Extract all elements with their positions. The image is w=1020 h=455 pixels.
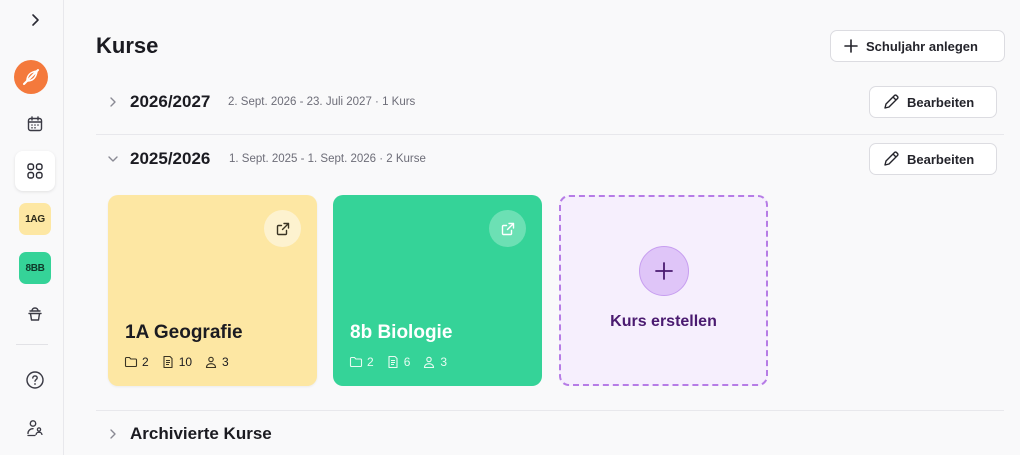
help-button[interactable] bbox=[15, 360, 55, 400]
calendar-icon bbox=[27, 116, 43, 132]
sidebar-course-1ag[interactable]: 1AG bbox=[19, 203, 51, 235]
student-count-value: 3 bbox=[440, 355, 448, 369]
folder-icon bbox=[349, 356, 363, 368]
grid-icon bbox=[27, 163, 43, 179]
edit-school-year-button[interactable]: Bearbeiten bbox=[869, 143, 997, 175]
create-course-card[interactable]: Kurs erstellen bbox=[559, 195, 768, 386]
student-count: 3 bbox=[204, 355, 229, 369]
sidebar-divider bbox=[16, 344, 48, 345]
student-count-value: 3 bbox=[222, 355, 229, 369]
course-title: 1A Geografie bbox=[125, 322, 243, 343]
page-title: Kurse bbox=[96, 33, 159, 58]
chevron-right-icon[interactable] bbox=[106, 95, 120, 109]
document-count: 6 bbox=[386, 355, 411, 369]
document-count: 10 bbox=[161, 355, 192, 369]
external-link-icon bbox=[501, 222, 514, 235]
sidebar: 1AG 8BB bbox=[0, 0, 64, 455]
sidebar-item-pot[interactable] bbox=[15, 294, 55, 334]
document-count-value: 6 bbox=[403, 355, 411, 369]
school-year-row[interactable]: 2026/2027 2. Sept. 2026 - 23. Juli 2027 … bbox=[96, 82, 1004, 122]
edit-label: Bearbeiten bbox=[907, 94, 975, 110]
expand-sidebar-button[interactable] bbox=[15, 0, 55, 40]
pencil-icon bbox=[884, 94, 899, 109]
course-stats: 2 6 3 bbox=[349, 355, 447, 369]
sidebar-item-calendar[interactable] bbox=[15, 104, 55, 144]
school-year-name: 2026/2027 bbox=[130, 92, 211, 111]
school-year-row[interactable]: 2025/2026 1. Sept. 2025 - 1. Sept. 2026 … bbox=[96, 139, 1004, 179]
users-icon bbox=[27, 420, 43, 437]
sidebar-item-courses[interactable] bbox=[15, 151, 55, 191]
help-icon bbox=[26, 371, 44, 389]
folder-count: 2 bbox=[349, 355, 374, 369]
open-course-button[interactable] bbox=[489, 210, 526, 247]
school-year-meta: 1. Sept. 2025 - 1. Sept. 2026 · 2 Kurse bbox=[229, 153, 426, 165]
pencil-icon bbox=[884, 151, 899, 166]
user-management-button[interactable] bbox=[15, 408, 55, 448]
edit-label: Bearbeiten bbox=[907, 151, 975, 167]
course-card[interactable]: 8b Biologie 2 6 3 bbox=[333, 195, 542, 386]
archived-courses-label: Archivierte Kurse bbox=[130, 424, 272, 443]
document-icon bbox=[163, 355, 173, 369]
chevron-down-icon[interactable] bbox=[106, 152, 120, 166]
divider bbox=[96, 134, 1004, 135]
document-count-value: 10 bbox=[178, 355, 193, 369]
add-school-year-button[interactable]: Schuljahr anlegen bbox=[830, 30, 1005, 62]
chevron-right-icon[interactable] bbox=[106, 427, 120, 441]
person-icon bbox=[424, 356, 435, 369]
course-stats: 2 10 3 bbox=[124, 355, 229, 369]
chevron-right-icon bbox=[32, 14, 39, 26]
logo-icon bbox=[23, 69, 39, 85]
folder-count: 2 bbox=[124, 355, 149, 369]
edit-school-year-button[interactable]: Bearbeiten bbox=[869, 86, 997, 118]
course-title: 8b Biologie bbox=[350, 322, 453, 343]
archived-courses-row[interactable]: Archivierte Kurse bbox=[96, 414, 1004, 454]
folder-count-value: 2 bbox=[142, 355, 149, 369]
pot-icon bbox=[28, 307, 42, 321]
plus-icon bbox=[655, 262, 673, 280]
student-count: 3 bbox=[422, 355, 447, 369]
external-link-icon bbox=[276, 222, 289, 235]
app-logo[interactable] bbox=[14, 60, 48, 94]
sidebar-course-8bb[interactable]: 8BB bbox=[19, 252, 51, 284]
create-course-label: Kurs erstellen bbox=[610, 313, 717, 330]
person-icon bbox=[205, 356, 217, 369]
create-course-button[interactable] bbox=[639, 246, 689, 296]
school-year-name: 2025/2026 bbox=[130, 149, 211, 168]
folder-count-value: 2 bbox=[367, 355, 374, 369]
school-year-meta: 2. Sept. 2026 - 23. Juli 2027 · 1 Kurs bbox=[228, 96, 416, 108]
document-icon bbox=[388, 355, 398, 369]
folder-icon bbox=[124, 356, 138, 368]
course-card[interactable]: 1A Geografie 2 10 3 bbox=[108, 195, 317, 386]
open-course-button[interactable] bbox=[264, 210, 301, 247]
divider bbox=[96, 410, 1004, 411]
plus-icon bbox=[844, 39, 858, 53]
add-school-year-label: Schuljahr anlegen bbox=[866, 38, 978, 54]
